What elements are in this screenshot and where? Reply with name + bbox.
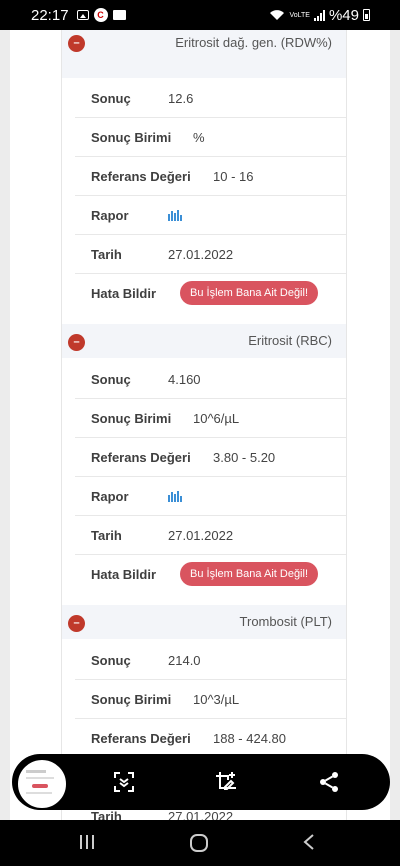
report-error-button[interactable]: Bu İşlem Bana Ait Değil! [180, 562, 319, 586]
row-label: Referans Değeri [91, 450, 191, 465]
report-error-row: Hata Bildir Bu İşlem Bana Ait Değil! [75, 555, 346, 594]
collapse-button[interactable]: – [68, 35, 85, 52]
row-value: 27.01.2022 [168, 528, 234, 543]
row-label: Rapor [91, 208, 129, 223]
folder-icon [112, 10, 126, 20]
crop-edit-icon[interactable] [214, 770, 238, 794]
section-title: Trombosit (PLT) [239, 614, 332, 629]
report-error-button[interactable]: Bu İşlem Bana Ait Değil! [180, 281, 319, 305]
section-title: Eritrosit dağ. gen. (RDW%) [175, 35, 332, 50]
battery-percent: %49 [328, 6, 359, 24]
section-title: Eritrosit (RBC) [248, 333, 332, 348]
row-value: 10^3/µL [193, 692, 240, 707]
scroll-capture-icon[interactable] [112, 770, 136, 794]
recent-apps-icon[interactable] [78, 833, 96, 851]
gallery-icon [76, 10, 89, 20]
reference-row: Referans Değeri 10 - 16 [75, 157, 346, 196]
section-header: Trombosit (PLT) [62, 605, 346, 639]
report-row: Rapor [75, 196, 346, 235]
battery-icon [363, 9, 370, 21]
unit-row: Sonuç Birimi 10^3/µL [75, 680, 346, 719]
bar-chart-icon[interactable] [168, 209, 182, 221]
report-row: Rapor [75, 477, 346, 516]
row-label: Referans Değeri [91, 169, 191, 184]
notification-app-icon: C [93, 8, 108, 22]
result-row: Sonuç 214.0 [75, 641, 346, 680]
row-value: 4.160 [168, 372, 201, 387]
result-row: Sonuç 12.6 [75, 79, 346, 118]
date-row: Tarih 27.01.2022 [75, 516, 346, 555]
bar-chart-icon[interactable] [168, 490, 182, 502]
status-time: 22:17 [31, 6, 69, 24]
share-icon[interactable] [317, 770, 341, 794]
result-row: Sonuç 4.160 [75, 360, 346, 399]
signal-icon [313, 9, 325, 21]
row-label: Sonuç [91, 372, 131, 387]
reference-row: Referans Değeri 188 - 424.80 [75, 719, 346, 758]
divider [346, 30, 347, 820]
row-label: Tarih [91, 247, 122, 262]
row-label: Hata Bildir [91, 286, 157, 301]
date-row: Tarih 27.01.2022 [75, 235, 346, 274]
section-header: Eritrosit dağ. gen. (RDW%) [62, 30, 346, 78]
page-content: Eritrosit dağ. gen. (RDW%) – Sonuç 12.6 … [0, 30, 400, 824]
row-label: Rapor [91, 489, 129, 504]
row-label: Referans Değeri [91, 731, 191, 746]
row-value: 10 - 16 [213, 169, 254, 184]
row-label: Tarih [91, 528, 122, 543]
status-bar: 22:17 C VoLTE %49 [0, 0, 400, 30]
row-value: 214.0 [168, 653, 201, 668]
row-label: Sonuç Birimi [91, 692, 172, 707]
navigation-bar [0, 820, 400, 866]
row-value: 10^6/µL [193, 411, 240, 426]
collapse-button[interactable]: – [68, 615, 85, 632]
row-label: Hata Bildir [91, 567, 157, 582]
divider [61, 30, 62, 820]
unit-row: Sonuç Birimi % [75, 118, 346, 157]
section-header: Eritrosit (RBC) [62, 324, 346, 358]
row-value: 188 - 424.80 [213, 731, 287, 746]
row-value: 27.01.2022 [168, 247, 234, 262]
row-value: 3.80 - 5.20 [213, 450, 276, 465]
row-value: 12.6 [168, 91, 194, 106]
back-icon[interactable] [302, 833, 316, 851]
row-label: Sonuç [91, 653, 131, 668]
unit-row: Sonuç Birimi 10^6/µL [75, 399, 346, 438]
screenshot-toolbar [12, 754, 390, 810]
wifi-icon [270, 10, 285, 20]
report-error-row: Hata Bildir Bu İşlem Bana Ait Değil! [75, 274, 346, 313]
reference-row: Referans Değeri 3.80 - 5.20 [75, 438, 346, 477]
collapse-button[interactable]: – [68, 334, 85, 351]
row-label: Sonuç [91, 91, 131, 106]
row-label: Sonuç Birimi [91, 130, 172, 145]
row-value: % [193, 130, 205, 145]
screenshot-thumbnail[interactable] [16, 758, 68, 810]
home-icon[interactable] [189, 833, 209, 853]
volte-indicator: VoLTE [289, 11, 310, 19]
row-label: Sonuç Birimi [91, 411, 172, 426]
